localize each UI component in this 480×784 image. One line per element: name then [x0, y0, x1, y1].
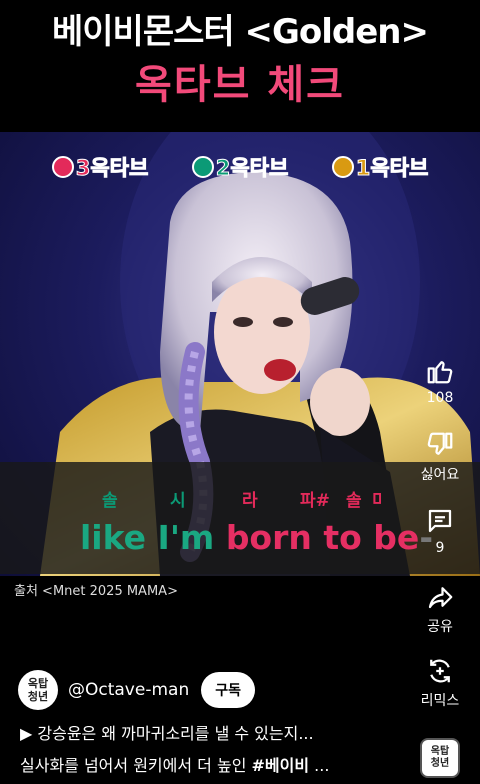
avatar-text: 옥탑	[27, 677, 49, 690]
like-button[interactable]: 108	[408, 356, 472, 406]
lyric-part: born to be	[225, 518, 420, 557]
video-title-line1: 베이비몬스터 <Golden>	[51, 12, 429, 52]
note-label: 미	[372, 491, 381, 511]
video-description[interactable]: 실사화를 넘어서 원키에서 더 높인 #베이비 ...	[20, 752, 400, 776]
red-dot-icon	[51, 156, 74, 178]
channel-handle[interactable]: @Octave-man	[68, 680, 189, 700]
avatar-text: 청년	[27, 690, 49, 703]
note-label: 솔	[346, 491, 362, 511]
legend-label: 3옥타브	[75, 156, 149, 181]
thumbs-up-icon	[427, 361, 453, 384]
description-text: 실사화를 넘어서 원키에서 더 높인	[20, 756, 252, 775]
lyric-line: like I'm born to be-	[80, 518, 433, 557]
comment-count: 9	[435, 540, 445, 556]
avatar[interactable]: 옥탑 청년	[18, 670, 58, 710]
gold-dot-icon	[331, 156, 354, 178]
share-label: 공유	[427, 619, 453, 635]
source-caption: 출처 <Mnet 2025 MAMA>	[14, 584, 178, 599]
thumb-text: 청년	[430, 758, 450, 769]
sound-thumbnail[interactable]: 옥탑 청년	[420, 738, 460, 778]
comment-icon	[428, 509, 452, 533]
note-names: 솔 시 라 파# 솔 미	[0, 486, 400, 512]
note-label: 라	[242, 491, 258, 511]
thumbs-down-icon	[427, 432, 453, 455]
dislike-button[interactable]: 싫어요	[408, 430, 472, 484]
legend-octave2: 2옥타브	[191, 152, 289, 182]
thumb-text: 옥탑	[430, 746, 450, 757]
lyric-part: like I'm	[80, 518, 226, 557]
share-button[interactable]: 공유	[408, 582, 472, 636]
note-label: 파#	[300, 491, 330, 511]
remix-label: 리믹스	[420, 693, 460, 709]
legend-octave3: 3옥타브	[51, 152, 149, 182]
channel-row: 옥탑 청년 @Octave-man 구독	[18, 670, 255, 710]
legend-octave1: 1옥타브	[331, 152, 429, 182]
related-video-link[interactable]: ▶ 강승윤은 왜 까마귀소리를 낼 수 있는지...	[20, 720, 314, 744]
remix-button[interactable]: 리믹스	[408, 656, 472, 710]
comments-button[interactable]: 9	[408, 506, 472, 556]
note-label: 솔	[102, 491, 118, 511]
note-label: 시	[170, 491, 186, 511]
description-ellipsis: ...	[309, 756, 330, 775]
octave-legend: 3옥타브 2옥타브 1옥타브	[0, 150, 480, 184]
remix-icon	[430, 659, 450, 683]
subscribe-button[interactable]: 구독	[201, 672, 255, 708]
legend-label: 1옥타브	[355, 156, 429, 181]
dislike-label: 싫어요	[420, 467, 460, 483]
hashtag-link[interactable]: #베이비	[252, 756, 310, 775]
legend-label: 2옥타브	[215, 156, 289, 181]
share-icon	[428, 587, 453, 609]
video-title-line2: 옥타브 체크	[135, 62, 345, 108]
green-dot-icon	[191, 156, 214, 178]
like-count: 108	[426, 390, 454, 406]
